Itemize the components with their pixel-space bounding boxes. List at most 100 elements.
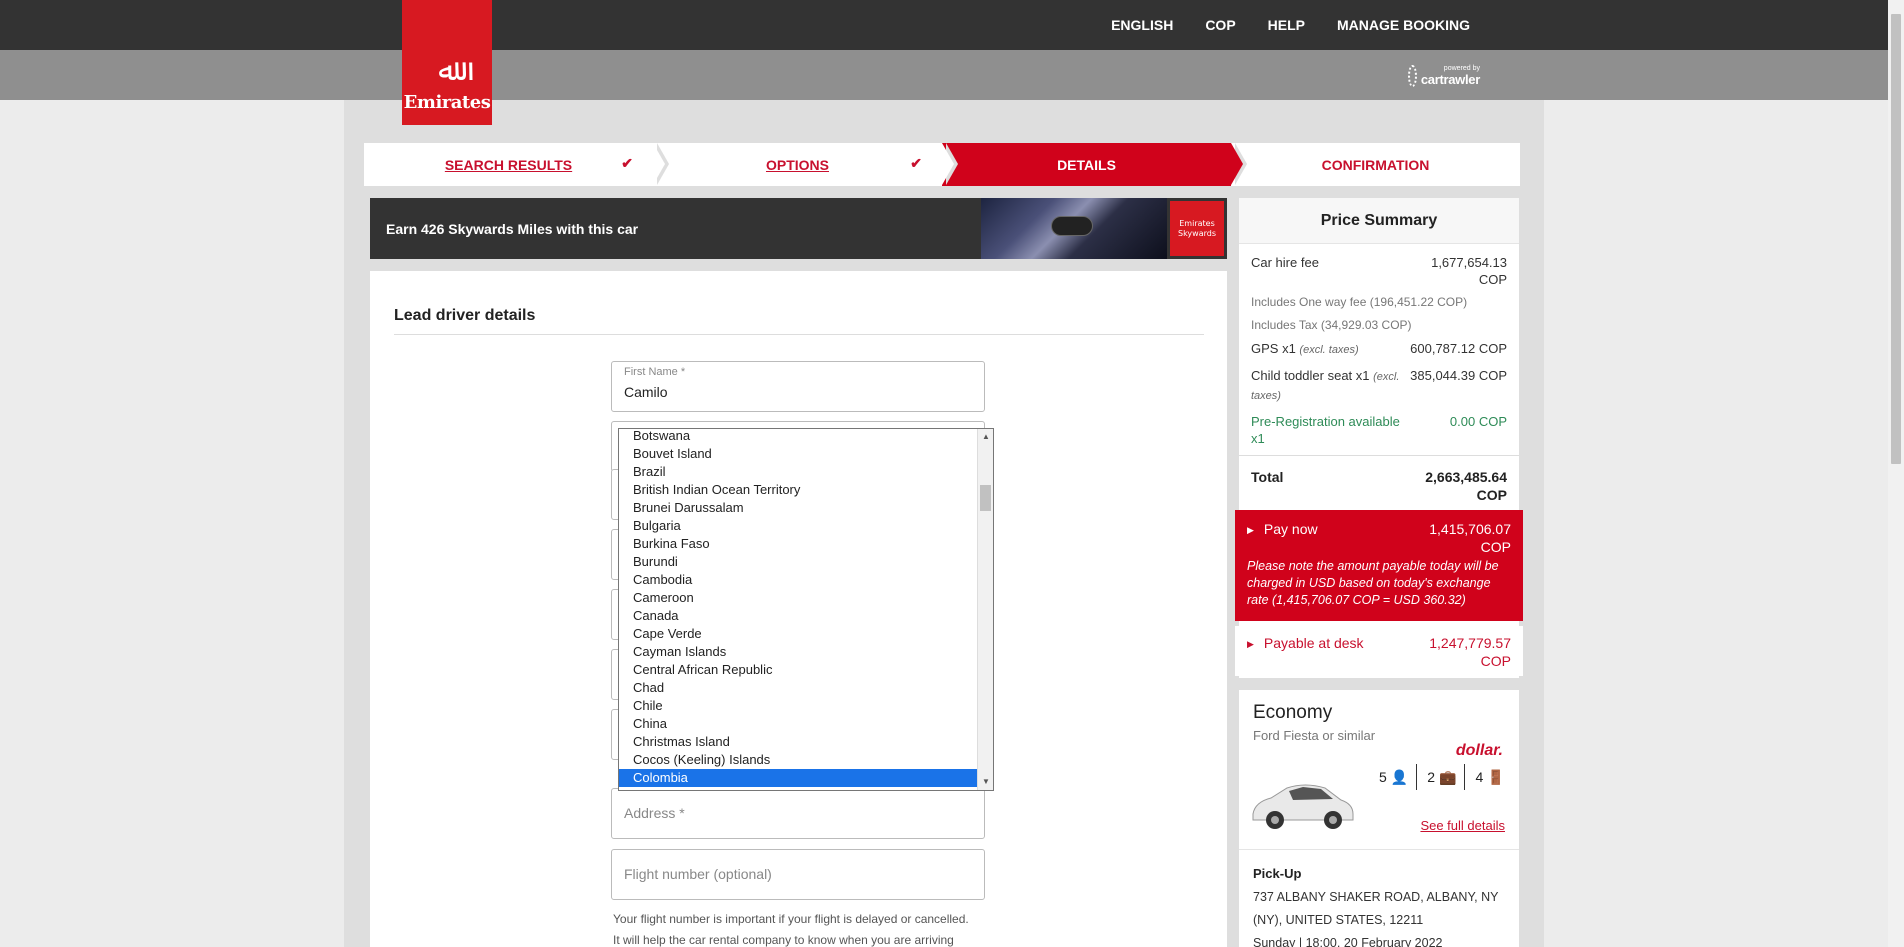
flight-hint-line: It will help the car rental company to k…	[613, 933, 954, 947]
nav-help[interactable]: HELP	[1268, 17, 1305, 33]
step-label: CONFIRMATION	[1321, 156, 1430, 173]
country-option[interactable]: China	[619, 715, 977, 733]
car-model: Ford Fiesta or similar	[1253, 728, 1376, 743]
country-options: Botswana Bouvet Island Brazil British In…	[619, 429, 977, 790]
scrollbar-thumb[interactable]	[980, 485, 991, 511]
price-note: Includes Tax (34,929.03 COP)	[1251, 318, 1412, 332]
badge-line: Skywards	[1178, 228, 1216, 238]
step-label: DETAILS	[1057, 156, 1116, 173]
country-option[interactable]: Cape Verde	[619, 625, 977, 643]
step-label: SEARCH RESULTS	[444, 156, 573, 173]
country-option[interactable]: Chad	[619, 679, 977, 697]
car-summary-panel: Economy Ford Fiesta or similar dollar. 5…	[1239, 690, 1519, 947]
payable-at-desk-label: Payable at desk	[1247, 634, 1364, 676]
see-full-details-link[interactable]: See full details	[1420, 818, 1505, 833]
cartrawler-globe-icon	[1408, 65, 1417, 87]
page-scrollbar-thumb[interactable]	[1891, 14, 1901, 464]
country-option[interactable]: Burkina Faso	[619, 535, 977, 553]
pay-now-value: 1,415,706.07 COP	[1429, 521, 1511, 555]
pickup-details: 737 ALBANY SHAKER ROAD, ALBANY, NY (NY),…	[1253, 886, 1509, 947]
pickup-title: Pick-Up	[1253, 866, 1302, 881]
price-row-gps: GPS x1 (excl. taxes) 600,787.12 COP	[1239, 340, 1519, 359]
price-label: Pre-Registration available x1	[1251, 414, 1400, 446]
step-details: DETAILS	[942, 143, 1247, 186]
nav-language[interactable]: ENGLISH	[1111, 17, 1173, 33]
country-option[interactable]: Christmas Island	[619, 733, 977, 751]
check-icon: ✔	[910, 155, 922, 171]
emirates-logo[interactable]: ﷲ Emirates	[402, 0, 492, 125]
pickup-time: Sunday | 18:00, 20 February 2022	[1253, 936, 1443, 947]
total-label: Total	[1251, 469, 1284, 485]
bags-count: 2	[1427, 769, 1436, 785]
country-option[interactable]: Canada	[619, 607, 977, 625]
country-option[interactable]: Burundi	[619, 553, 977, 571]
step-search-results[interactable]: SEARCH RESULTS ✔	[364, 143, 669, 186]
country-option[interactable]: Central African Republic	[619, 661, 977, 679]
nav-currency[interactable]: COP	[1205, 17, 1235, 33]
top-bar	[0, 0, 1888, 50]
country-option[interactable]: Cayman Islands	[619, 643, 977, 661]
price-value: 385,044.39 COP	[1410, 368, 1507, 383]
step-options[interactable]: OPTIONS ✔	[653, 143, 958, 186]
pickup-address: 737 ALBANY SHAKER ROAD, ALBANY, NY (NY),…	[1253, 890, 1499, 927]
country-option[interactable]: Brunei Darussalam	[619, 499, 977, 517]
dropdown-scrollbar[interactable]: ▲ ▼	[977, 429, 993, 790]
nav-manage-booking[interactable]: MANAGE BOOKING	[1337, 17, 1470, 33]
country-option[interactable]: Chile	[619, 697, 977, 715]
booking-steps: SEARCH RESULTS ✔ OPTIONS ✔ DETAILS CONFI…	[364, 143, 1520, 186]
seats-spec: 5 👤	[1379, 764, 1418, 790]
top-nav: ENGLISH COP HELP MANAGE BOOKING	[1111, 0, 1470, 50]
car-interior-image	[981, 198, 1167, 259]
doors-count: 4	[1475, 769, 1484, 785]
payable-at-desk-row[interactable]: Payable at desk 1,247,779.57 COP	[1235, 626, 1523, 676]
price-label: GPS x1	[1251, 341, 1296, 356]
divider	[1239, 849, 1519, 850]
price-value: 1,677,654.13 COP	[1431, 255, 1507, 287]
country-option-selected[interactable]: Colombia	[619, 769, 977, 787]
person-icon: 👤	[1390, 768, 1409, 785]
first-name-value: Camilo	[624, 384, 668, 400]
pay-now-box[interactable]: Pay now 1,415,706.07 COP Please note the…	[1235, 510, 1523, 621]
car-specs: 5 👤 2 💼 4 🚪	[1379, 764, 1513, 790]
sub-bar	[0, 50, 1888, 100]
address-placeholder: Address *	[624, 805, 685, 821]
form-title: Lead driver details	[394, 307, 536, 324]
country-option[interactable]: Bulgaria	[619, 517, 977, 535]
powered-by-brand: cartrawler	[1420, 72, 1480, 87]
car-door-icon: 🚪	[1487, 768, 1505, 785]
scroll-up-icon[interactable]: ▲	[978, 429, 994, 445]
country-option[interactable]: Cocos (Keeling) Islands	[619, 751, 977, 769]
price-value: 0.00 COP	[1449, 414, 1507, 429]
country-option[interactable]: Brazil	[619, 463, 977, 481]
scroll-down-icon[interactable]: ▼	[978, 774, 994, 790]
country-option[interactable]: Bouvet Island	[619, 445, 977, 463]
flight-number-field[interactable]: Flight number (optional)	[611, 849, 985, 900]
country-option[interactable]: Cameroon	[619, 589, 977, 607]
skywards-banner: Earn 426 Skywards Miles with this car Em…	[370, 198, 1227, 259]
price-note: Includes One way fee (196,451.22 COP)	[1251, 295, 1468, 309]
skywards-badge: Emirates Skywards	[1167, 198, 1227, 259]
country-option[interactable]: Cambodia	[619, 571, 977, 589]
country-dropdown-list[interactable]: Botswana Bouvet Island Brazil British In…	[618, 428, 994, 791]
price-excl: (excl. taxes)	[1299, 344, 1359, 356]
flight-number-placeholder: Flight number (optional)	[624, 866, 772, 882]
price-row-car-hire: Car hire fee 1,677,654.13 COP	[1239, 254, 1519, 288]
powered-by-text: powered by	[1443, 65, 1480, 72]
first-name-label: First Name *	[624, 366, 686, 378]
first-name-field[interactable]: First Name * Camilo	[611, 361, 985, 412]
vendor-logo: dollar.	[1455, 742, 1503, 759]
price-summary-title: Price Summary	[1239, 198, 1519, 244]
emirates-emblem-icon: ﷲ	[438, 53, 456, 88]
country-option[interactable]: Botswana	[619, 429, 977, 445]
car-image	[1252, 784, 1354, 829]
suitcase-icon: 💼	[1439, 768, 1457, 785]
step-confirmation: CONFIRMATION	[1231, 143, 1520, 186]
price-note-one-way: Includes One way fee (196,451.22 COP)	[1239, 294, 1519, 311]
payable-at-desk-value: 1,247,779.57 COP	[1429, 635, 1511, 669]
skywards-miles-text: Earn 426 Skywards Miles with this car	[386, 220, 639, 237]
page-scrollbar[interactable]	[1888, 0, 1904, 947]
country-option[interactable]: British Indian Ocean Territory	[619, 481, 977, 499]
price-label: Car hire fee	[1251, 255, 1319, 270]
price-row-preregistration: Pre-Registration available x1 0.00 COP	[1239, 413, 1519, 447]
address-field[interactable]: Address *	[611, 788, 985, 839]
